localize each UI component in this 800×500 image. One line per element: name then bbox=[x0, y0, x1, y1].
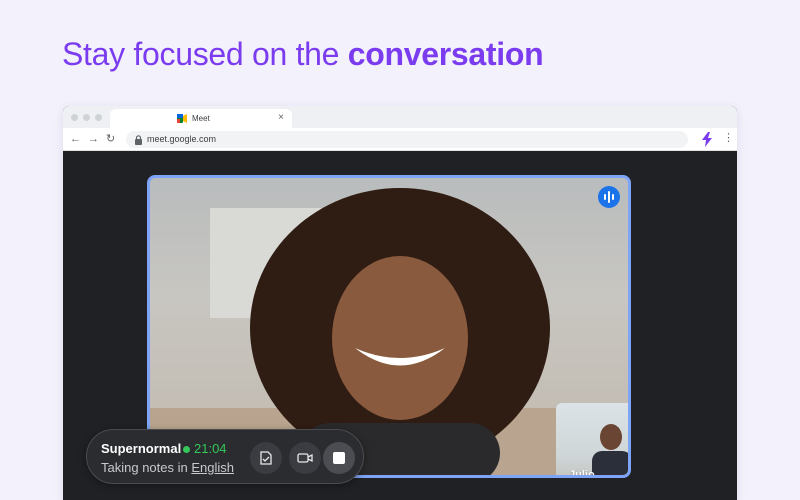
browser-toolbar: ← → ↻ meet.google.com ⋮ bbox=[63, 128, 737, 151]
tab-close-icon[interactable]: × bbox=[278, 112, 284, 123]
lock-icon bbox=[135, 135, 142, 145]
forward-icon[interactable]: → bbox=[88, 133, 99, 145]
window-zoom-dot[interactable] bbox=[95, 114, 102, 121]
main-speaking-indicator bbox=[598, 186, 620, 208]
page-headline: Stay focused on the conversation bbox=[62, 36, 544, 73]
google-meet-icon bbox=[177, 114, 187, 123]
tab-meet[interactable]: Meet × bbox=[110, 109, 292, 128]
camera-icon bbox=[297, 453, 313, 463]
notes-icon bbox=[260, 451, 272, 465]
recording-timer: 21:04 bbox=[194, 441, 227, 456]
window-minimize-dot[interactable] bbox=[83, 114, 90, 121]
pip-participant-name: Julio bbox=[569, 469, 595, 478]
supernormal-extension-icon[interactable] bbox=[700, 132, 714, 147]
stop-recording-button[interactable] bbox=[323, 442, 355, 474]
window-close-dot[interactable] bbox=[71, 114, 78, 121]
url-text: meet.google.com bbox=[147, 134, 217, 144]
reload-icon[interactable]: ↻ bbox=[106, 133, 115, 145]
browser-menu-icon[interactable]: ⋮ bbox=[723, 132, 734, 144]
recording-status-dot bbox=[183, 446, 190, 453]
headline-emphasis: conversation bbox=[347, 36, 544, 72]
language-link[interactable]: English bbox=[191, 460, 234, 475]
address-bar[interactable]: meet.google.com bbox=[126, 131, 688, 148]
stop-icon bbox=[333, 452, 345, 464]
back-icon[interactable]: ← bbox=[70, 133, 81, 145]
notes-button[interactable] bbox=[250, 442, 282, 474]
pip-participant-video[interactable]: Julio bbox=[556, 403, 628, 478]
supernormal-recorder-bar: Supernormal 21:04 Taking notes in Englis… bbox=[86, 429, 364, 484]
tab-title: Meet bbox=[192, 114, 210, 123]
camera-button[interactable] bbox=[289, 442, 321, 474]
recorder-title: Supernormal bbox=[101, 441, 182, 456]
status-prefix: Taking notes in bbox=[101, 460, 192, 475]
tab-bar: Meet × bbox=[63, 106, 737, 128]
headline-text: Stay focused on the bbox=[62, 36, 348, 72]
pip-portrait bbox=[592, 424, 628, 475]
recorder-status: Taking notes in English bbox=[101, 460, 234, 475]
